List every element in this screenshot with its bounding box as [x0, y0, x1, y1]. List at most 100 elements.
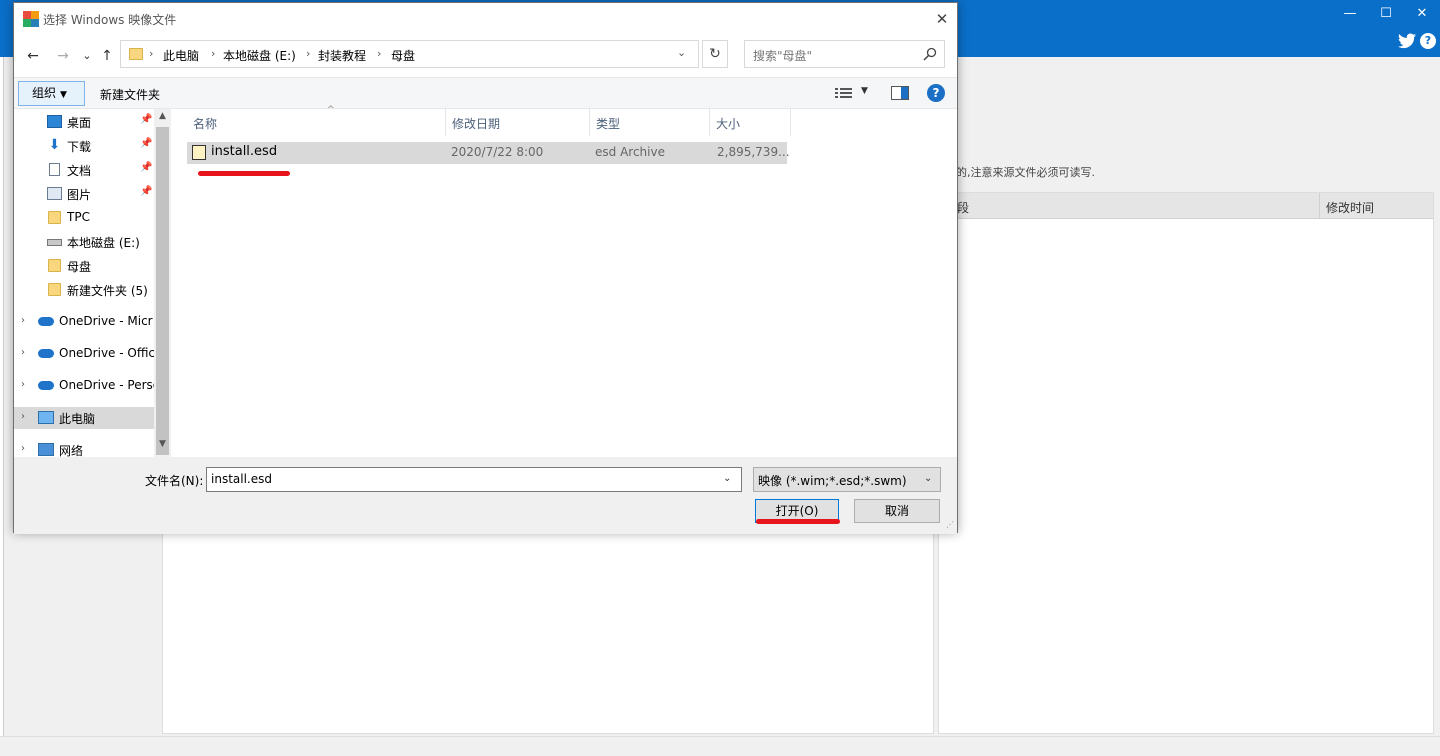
command-toolbar: 组织 ▼ 新建文件夹 ▼ ?	[14, 77, 957, 109]
column-date-modified[interactable]: 修改日期	[446, 109, 590, 136]
scrollbar-thumb[interactable]	[156, 127, 169, 455]
background-right-header	[936, 57, 1440, 157]
cancel-button[interactable]: 取消	[854, 499, 940, 523]
background-column-modified[interactable]: 修改时间	[1319, 193, 1374, 219]
annotation-underline-file	[198, 171, 290, 176]
file-type-select[interactable]: 映像 (*.wim;*.esd;*.swm) ⌄	[753, 467, 941, 492]
file-type-value: 映像 (*.wim;*.esd;*.swm)	[758, 474, 907, 488]
sidebar-item-label: OneDrive - Offic	[59, 346, 156, 360]
background-table-header: 段 修改时间	[939, 193, 1433, 219]
chevron-right-icon[interactable]: ›	[21, 347, 25, 358]
onedrive-icon	[38, 317, 54, 326]
sidebar-item-onedrive-microsoft[interactable]: › OneDrive - Micr	[14, 311, 154, 333]
chevron-right-icon[interactable]: ›	[21, 379, 25, 390]
recent-locations-icon[interactable]: ⌄	[78, 48, 96, 64]
pin-icon[interactable]: 📌	[140, 162, 152, 173]
pin-icon[interactable]: 📌	[140, 114, 152, 125]
navigation-pane: 桌面 📌 ⬇ 下载 📌 文档 📌 图片 📌 TPC 本地磁盘 (E:) 母盘 新…	[14, 109, 171, 457]
up-arrow-icon[interactable]: ↑	[98, 48, 116, 64]
pictures-icon	[47, 187, 62, 200]
file-date: 2020/7/22 8:00	[451, 145, 544, 159]
sort-ascending-icon: ^	[327, 105, 335, 115]
help-icon[interactable]: ?	[927, 84, 945, 102]
background-column-header[interactable]: 段	[957, 199, 969, 216]
forward-arrow-icon[interactable]: →	[54, 48, 72, 64]
download-icon: ⬇	[48, 137, 61, 153]
pin-icon[interactable]: 📌	[140, 138, 152, 149]
sidebar-item-label: 网络	[59, 444, 84, 457]
chevron-down-icon[interactable]: ⌄	[924, 473, 932, 484]
folder-icon	[48, 283, 61, 296]
close-icon[interactable]: ✕	[932, 9, 952, 29]
maximize-icon[interactable]: ☐	[1374, 4, 1398, 24]
close-icon[interactable]: ✕	[1410, 4, 1434, 24]
navigation-bar: ← → ⌄ ↑ › 此电脑 › 本地磁盘 (E:) › 封装教程 › 母盘 ⌄ …	[14, 35, 957, 77]
chevron-down-icon[interactable]: ⌄	[677, 46, 686, 59]
sidebar-item-label: 下载	[67, 140, 92, 154]
search-placeholder: 搜索"母盘"	[753, 49, 813, 63]
sidebar-item-onedrive-personal[interactable]: › OneDrive - Perso	[14, 375, 160, 397]
file-size: 2,895,739...	[717, 145, 790, 159]
sidebar-item-label: OneDrive - Perso	[59, 378, 161, 392]
twitter-icon[interactable]	[1398, 33, 1416, 49]
search-input[interactable]: 搜索"母盘"	[744, 40, 945, 68]
breadcrumb-folder[interactable]: 封装教程	[318, 47, 366, 64]
scroll-up-icon[interactable]: ▲	[154, 111, 171, 121]
pin-icon[interactable]: 📌	[140, 186, 152, 197]
organize-button[interactable]: 组织 ▼	[18, 81, 85, 106]
view-options-icon[interactable]: ▼	[861, 86, 868, 96]
breadcrumb-this-pc[interactable]: 此电脑	[163, 47, 199, 64]
refresh-button[interactable]: ↻	[702, 40, 728, 68]
sidebar-item-label: 本地磁盘 (E:)	[67, 236, 140, 250]
back-arrow-icon[interactable]: ←	[24, 48, 42, 64]
resize-grip-icon[interactable]: ⋰	[946, 520, 954, 529]
sidebar-item-desktop[interactable]: 桌面 📌	[14, 111, 154, 133]
background-center-panel	[162, 530, 934, 734]
chevron-down-icon: ▼	[60, 90, 67, 100]
minimize-icon[interactable]: —	[1338, 4, 1362, 24]
background-note-text: 的,注意来源文件必须可读写.	[956, 166, 1095, 179]
breadcrumb-current-folder[interactable]: 母盘	[391, 47, 415, 64]
help-icon[interactable]: ?	[1420, 33, 1436, 49]
preview-pane-icon[interactable]	[891, 86, 909, 100]
sidebar-item-downloads[interactable]: ⬇ 下载 📌	[14, 135, 154, 157]
address-bar[interactable]: › 此电脑 › 本地磁盘 (E:) › 封装教程 › 母盘 ⌄	[120, 40, 699, 68]
file-open-dialog: 选择 Windows 映像文件 ✕ ← → ⌄ ↑ › 此电脑 › 本地磁盘 (…	[13, 2, 958, 534]
column-type[interactable]: 类型	[590, 109, 710, 136]
chevron-right-icon[interactable]: ›	[21, 411, 25, 422]
sidebar-item-onedrive-office[interactable]: › OneDrive - Offic	[14, 343, 156, 365]
computer-icon	[38, 411, 54, 424]
sidebar-item-new-folder-5[interactable]: 新建文件夹 (5)	[14, 279, 154, 301]
search-icon[interactable]	[923, 47, 937, 61]
breadcrumb-separator[interactable]: ›	[149, 47, 153, 60]
sidebar-item-drive-e[interactable]: 本地磁盘 (E:)	[14, 231, 154, 253]
dialog-titlebar: 选择 Windows 映像文件 ✕	[14, 3, 957, 35]
sidebar-item-label: TPC	[67, 210, 90, 224]
breadcrumb-separator[interactable]: ›	[211, 47, 215, 60]
sidebar-item-pictures[interactable]: 图片 📌	[14, 183, 154, 205]
sidebar-item-documents[interactable]: 文档 📌	[14, 159, 154, 181]
sidebar-item-this-pc[interactable]: › 此电脑	[14, 407, 154, 429]
breadcrumb-separator[interactable]: ›	[306, 47, 310, 60]
drive-icon	[47, 239, 62, 246]
chevron-right-icon[interactable]: ›	[21, 443, 25, 454]
breadcrumb-separator[interactable]: ›	[377, 47, 381, 60]
scroll-down-icon[interactable]: ▼	[154, 439, 171, 449]
file-icon	[192, 145, 206, 160]
navigation-scrollbar[interactable]: ▲ ▼	[154, 109, 171, 457]
file-name: install.esd	[211, 144, 278, 159]
chevron-down-icon[interactable]: ⌄	[723, 473, 731, 484]
sidebar-item-network[interactable]: › 网络	[14, 439, 154, 457]
table-row[interactable]: install.esd 2020/7/22 8:00 esd Archive 2…	[187, 142, 790, 164]
chevron-right-icon[interactable]: ›	[21, 315, 25, 326]
column-size[interactable]: 大小	[710, 109, 791, 136]
filename-field[interactable]: install.esd ⌄	[206, 467, 742, 492]
view-details-icon[interactable]	[834, 86, 854, 100]
new-folder-button[interactable]: 新建文件夹	[100, 86, 160, 103]
sidebar-item-tpc[interactable]: TPC	[14, 207, 154, 229]
breadcrumb-drive-e[interactable]: 本地磁盘 (E:)	[223, 47, 296, 64]
column-name[interactable]: 名称	[187, 109, 446, 136]
sidebar-item-label: OneDrive - Micr	[59, 314, 153, 328]
sidebar-item-mother-disk[interactable]: 母盘	[14, 255, 154, 277]
folder-icon	[129, 48, 143, 60]
